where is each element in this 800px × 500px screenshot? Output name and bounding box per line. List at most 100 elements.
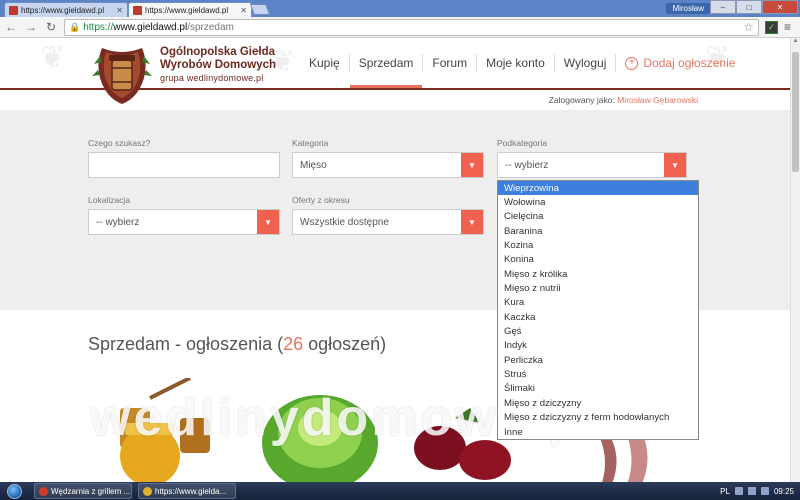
plus-circle-icon: + [625, 56, 639, 70]
browser-user-label[interactable]: Mirosław [666, 3, 710, 14]
nav-item-kupie[interactable]: Kupię [300, 38, 349, 88]
subcategory-option[interactable]: Gęś [498, 324, 698, 338]
language-indicator[interactable]: PL [720, 487, 730, 496]
chevron-down-icon[interactable]: ▼ [257, 210, 279, 234]
nav-item-sprzedam[interactable]: Sprzedam [349, 38, 423, 88]
bookmark-star-icon[interactable]: ☆ [743, 20, 754, 34]
logged-label: Zalogowany jako: [548, 95, 615, 105]
listing-heading-prefix: Sprzedam - ogłoszenia ( [88, 334, 284, 354]
volume-icon[interactable] [760, 487, 769, 495]
add-listing-link[interactable]: + Dodaj ogłoszenie [616, 38, 744, 88]
favicon-icon [133, 5, 142, 15]
subcategory-option[interactable]: Perliczka [498, 353, 698, 367]
taskbar-item-label: https://www.gielda... [155, 486, 227, 496]
subcategory-option[interactable]: Mięso z nutrii [498, 281, 698, 295]
chevron-down-icon[interactable]: ▼ [461, 210, 483, 234]
subcategory-option[interactable]: Konina [498, 253, 698, 267]
browser-tab-2[interactable]: https://www.gieldawd.pl ✕ [128, 2, 252, 17]
close-tab-icon[interactable]: ✕ [240, 6, 247, 15]
subcategory-dropdown: Wieprzowina Wołowina Cielęcina Baranina Kozi… [497, 180, 699, 441]
logged-in-info: Zalogowany jako: Mirosław Gębarowski [549, 95, 698, 105]
main-nav: Kupię Sprzedam Forum Moje konto Wyloguj … [300, 38, 744, 88]
clock[interactable]: 09:25 [774, 487, 794, 496]
subcategory-option[interactable]: Struś [498, 367, 698, 381]
browser-toolbar: ← → ↻ 🔒 https://www.gieldawd.pl/sprzedam… [0, 17, 800, 38]
location-value: -- wybierz [96, 216, 140, 228]
network-icon[interactable] [747, 487, 756, 495]
subcategory-option[interactable]: Kura [498, 296, 698, 310]
site-header: ❦ ❦ ❦ Ogólnopolska Giełda Wyrobów Domowy… [0, 38, 790, 104]
location-select[interactable]: -- wybierz ▼ [88, 209, 280, 235]
subcategory-label: Podkategoria [497, 138, 548, 148]
windows-logo-icon [6, 483, 22, 499]
period-select[interactable]: Wszystkie dostępne ▼ [292, 209, 484, 235]
subcategory-option[interactable]: Kozina [498, 238, 698, 252]
address-bar[interactable]: 🔒 https://www.gieldawd.pl/sprzedam ☆ [64, 18, 759, 36]
subcategory-option[interactable]: Mięso z dziczyzny z ferm hodowlanych [498, 411, 698, 425]
listing-count: 26 [283, 334, 304, 354]
subcategory-option[interactable]: Ślimaki [498, 382, 698, 396]
close-window-button[interactable]: ✕ [762, 0, 798, 14]
listing-heading: Sprzedam - ogłoszenia (26 ogłoszeń) [88, 334, 386, 355]
site-brand[interactable]: Ogólnopolska Giełda Wyrobów Domowych gru… [160, 46, 276, 83]
subcategory-option[interactable]: Indyk [498, 339, 698, 353]
period-label: Oferty z okresu [292, 195, 350, 205]
subcategory-option[interactable]: Kaczka [498, 310, 698, 324]
query-field: Czego szukasz? [88, 138, 280, 178]
taskbar-item-opera[interactable]: Wędzarnia z grillem ... [34, 483, 132, 499]
chrome-icon [143, 486, 152, 496]
maximize-button[interactable]: □ [736, 0, 762, 14]
category-select[interactable]: Mięso ▼ [292, 152, 484, 178]
brand-line-1: Ogólnopolska Giełda [160, 46, 276, 58]
period-value: Wszystkie dostępne [300, 216, 389, 228]
subcategory-select[interactable]: -- wybierz ▼ [497, 152, 687, 178]
chevron-down-icon[interactable]: ▼ [664, 153, 686, 177]
subcategory-option[interactable]: Wieprzowina [498, 181, 698, 196]
brand-subtitle: grupa wedlinydomowe.pl [160, 73, 264, 83]
back-arrow-icon[interactable]: ← [4, 20, 18, 34]
os-taskbar: Wędzarnia z grillem ... https://www.giel… [0, 482, 800, 500]
nav-item-wyloguj[interactable]: Wyloguj [555, 38, 616, 88]
reload-icon[interactable]: ↻ [44, 20, 58, 34]
chevron-down-icon[interactable]: ▼ [461, 153, 483, 177]
url-scheme: https:// [83, 21, 114, 33]
forward-arrow-icon[interactable]: → [24, 20, 38, 34]
nav-item-forum[interactable]: Forum [423, 38, 476, 88]
logo-emblem-icon[interactable] [92, 42, 152, 106]
subcategory-option[interactable]: Mięso z królika [498, 267, 698, 281]
window-controls: – □ ✕ [710, 0, 798, 14]
subcategory-field: Podkategoria -- wybierz ▼ [497, 138, 687, 178]
page-scrollbar[interactable]: ▲ [790, 38, 800, 482]
subcategory-option[interactable]: Cielęcina [498, 210, 698, 224]
logged-user-link[interactable]: Mirosław Gębarowski [617, 95, 698, 105]
browser-tabstrip: https://www.gieldawd.pl ✕ https://www.gi… [0, 0, 800, 17]
url-path: /sprzedam [187, 21, 234, 33]
category-label: Kategoria [292, 138, 329, 148]
url-host: www.gieldawd.pl [113, 21, 188, 33]
tray-app-icon[interactable] [734, 487, 743, 495]
extension-icon[interactable]: ✓ [765, 20, 778, 34]
browser-tab-1[interactable]: https://www.gieldawd.pl ✕ [4, 2, 128, 17]
subcategory-option[interactable]: Inne [498, 425, 698, 439]
minimize-button[interactable]: – [710, 0, 736, 14]
close-tab-icon[interactable]: ✕ [116, 6, 123, 15]
query-label: Czego szukasz? [88, 138, 151, 148]
query-input[interactable] [88, 152, 280, 178]
subcategory-option[interactable]: Wołowina [498, 195, 698, 209]
scroll-up-icon[interactable]: ▲ [791, 38, 800, 48]
lock-icon: 🔒 [69, 21, 81, 32]
nav-item-moje-konto[interactable]: Moje konto [477, 38, 554, 88]
add-listing-label: Dodaj ogłoszenie [643, 56, 736, 70]
opera-icon [39, 486, 48, 496]
browser-menu-icon[interactable]: ≡ [784, 20, 796, 34]
page-content: ❦ ❦ ❦ Ogólnopolska Giełda Wyrobów Domowy… [0, 38, 790, 482]
new-tab-button[interactable] [249, 4, 271, 15]
period-field: Oferty z okresu Wszystkie dostępne ▼ [292, 195, 484, 235]
listing-heading-suffix: ogłoszeń) [303, 334, 387, 354]
subcategory-option[interactable]: Baranina [498, 224, 698, 238]
subcategory-option[interactable]: Mięso z dziczyzny [498, 396, 698, 410]
start-button[interactable] [0, 482, 28, 500]
tab-title: https://www.gieldawd.pl [145, 5, 229, 15]
taskbar-item-chrome[interactable]: https://www.gielda... [138, 483, 236, 499]
scrollbar-thumb[interactable] [792, 52, 799, 172]
